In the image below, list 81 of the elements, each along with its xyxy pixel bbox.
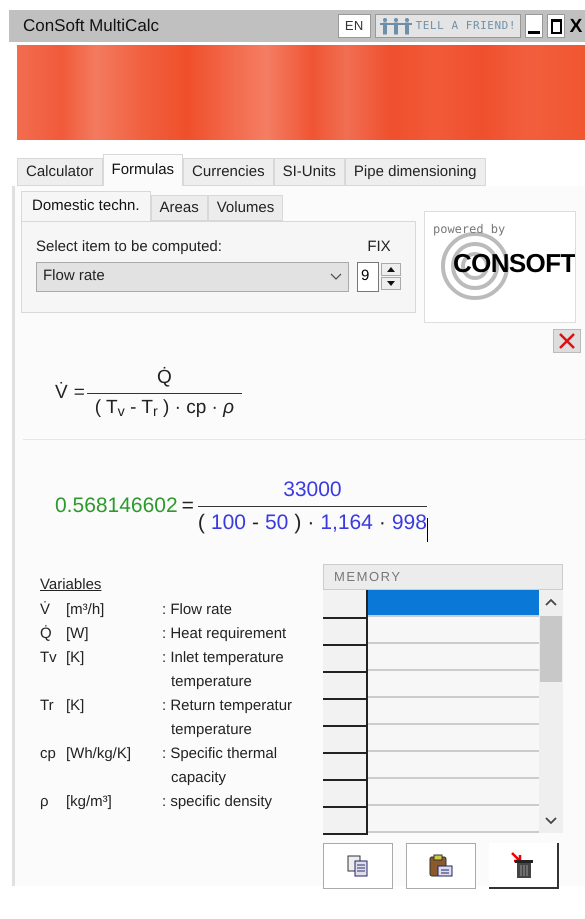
variable-symbol: cp — [40, 744, 57, 764]
memory-value-cell[interactable] — [368, 590, 539, 617]
operand-value: 100 — [210, 510, 246, 536]
select-label: Select item to be computed: — [36, 237, 223, 257]
chevron-down-icon[interactable] — [545, 817, 557, 825]
formula-denominator: ( T$_{v}$ - T$_{r}$ ) · cp · ρ — [94, 396, 236, 422]
variable-symbol: V̇ — [40, 600, 52, 620]
subtab[interactable]: Areas — [150, 195, 208, 221]
fix-field[interactable]: 9 — [357, 262, 379, 292]
variable-description: temperature — [170, 672, 253, 692]
variable-description: : Heat requirement — [162, 624, 286, 644]
variable-description: : Specific thermal — [162, 744, 278, 764]
variable-symbol: ρ — [40, 792, 50, 812]
variable-description: : Return temperatur — [162, 696, 292, 716]
tab[interactable]: Calculator — [17, 158, 103, 186]
operand-value: 1,164 — [320, 510, 373, 536]
scroll-thumb[interactable] — [540, 616, 562, 682]
copy-button[interactable] — [323, 843, 393, 889]
equals-sign: = — [182, 493, 194, 520]
variable-symbol: Q̇ — [40, 624, 53, 644]
variables-heading: Variables — [40, 575, 102, 595]
memory-value-cell[interactable] — [368, 644, 539, 671]
close-button[interactable]: X — [569, 14, 583, 38]
operator-sign: ( — [198, 510, 205, 536]
formula-variable: V̇ — [55, 380, 68, 405]
variable-unit: [K] — [66, 648, 86, 668]
chevron-up-icon[interactable] — [545, 598, 557, 606]
minimize-button[interactable] — [525, 14, 543, 38]
trash-icon — [510, 851, 536, 879]
variable-unit: [K] — [66, 696, 86, 716]
close-icon — [558, 332, 576, 350]
memory-value-cell[interactable] — [368, 671, 539, 698]
variable-description: : Inlet temperature — [162, 648, 284, 668]
result-numerator: 33000 — [283, 477, 342, 503]
variable-description: : Flow rate — [162, 600, 232, 620]
people-icon — [380, 17, 412, 35]
spinner[interactable] — [381, 263, 401, 290]
maximize-button[interactable] — [547, 14, 565, 38]
formula-numerator: Q̇ — [157, 366, 172, 390]
chevron-down-icon — [330, 272, 342, 280]
variable-unit: [W] — [66, 624, 90, 644]
memory-value-cell[interactable] — [368, 698, 539, 725]
item-dropdown[interactable]: Flow rate — [36, 262, 349, 292]
operator-sign: - — [252, 510, 259, 536]
subtab[interactable]: Volumes — [208, 195, 284, 221]
variable-description: : specific density — [162, 792, 272, 812]
variable-description: capacity — [170, 768, 228, 788]
operator-sign: · — [378, 510, 386, 536]
logo: CONSOFT — [453, 247, 575, 280]
variable-symbol: Tv — [40, 648, 58, 668]
result-value: 0.568146602 — [55, 493, 178, 520]
delete-memory-button[interactable] — [489, 843, 559, 889]
tab[interactable]: Pipe dimensioning — [344, 158, 486, 186]
window-title: ConSoft MultiCalc — [23, 15, 160, 38]
operator-sign: ) — [294, 510, 302, 536]
memory-value-cell[interactable] — [368, 617, 539, 644]
language-button[interactable]: EN — [338, 14, 371, 38]
copy-icon — [346, 854, 370, 878]
variable-symbol: Tr — [40, 696, 55, 716]
paste-button[interactable] — [406, 843, 476, 889]
clipboard-icon — [428, 853, 454, 879]
memory-value-cell[interactable] — [368, 779, 539, 806]
variable-unit: [m³/h] — [66, 600, 106, 620]
memory-value-cell[interactable] — [368, 806, 539, 833]
operand-value: 998 — [392, 510, 427, 536]
tab[interactable]: Currencies — [183, 158, 274, 186]
operand-value: 50 — [264, 510, 288, 536]
variable-description: temperature — [170, 720, 253, 740]
memory-value-cell[interactable] — [368, 752, 539, 779]
tab[interactable]: SI-Units — [274, 158, 345, 186]
variable-unit: [Wh/kg/K] — [66, 744, 132, 764]
operator-sign: · — [307, 510, 314, 536]
memory-value-cell[interactable] — [368, 725, 539, 752]
memory-header: MEMORY — [323, 564, 563, 590]
delete-button[interactable] — [553, 329, 581, 353]
subtab[interactable]: Domestic techn. — [21, 191, 151, 221]
tagline: powered by — [433, 221, 506, 238]
variable-unit: [kg/m³] — [66, 792, 113, 812]
equals-sign: = — [74, 380, 85, 405]
fix-label: FIX — [367, 237, 391, 257]
tab[interactable]: Formulas — [102, 154, 184, 186]
